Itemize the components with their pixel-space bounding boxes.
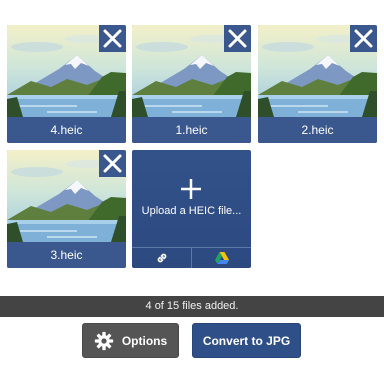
upload-sources xyxy=(132,247,251,268)
remove-file-button[interactable] xyxy=(99,150,126,177)
file-card: 2.heic xyxy=(258,25,377,143)
convert-label: Convert to JPG xyxy=(202,333,291,348)
file-name: 1.heic xyxy=(132,117,251,143)
options-button[interactable]: Options xyxy=(82,323,179,358)
options-label: Options xyxy=(121,333,168,348)
upload-from-drive-button[interactable] xyxy=(191,248,251,268)
file-name: 3.heic xyxy=(7,242,126,268)
upload-from-url-button[interactable] xyxy=(132,248,191,268)
close-icon xyxy=(228,29,247,48)
file-card: 4.heic xyxy=(7,25,126,143)
file-card: 1.heic xyxy=(132,25,251,143)
plus-icon xyxy=(181,179,201,199)
file-name: 4.heic xyxy=(7,117,126,143)
convert-button[interactable]: Convert to JPG xyxy=(192,323,301,358)
file-card: 3.heic xyxy=(7,150,126,268)
upload-file-button[interactable]: Upload a HEIC file... xyxy=(132,150,251,268)
file-name: 2.heic xyxy=(258,117,377,143)
gear-icon xyxy=(94,331,113,350)
file-count-status: 4 of 15 files added. xyxy=(0,296,384,317)
upload-label: Upload a HEIC file... xyxy=(141,205,242,217)
link-icon xyxy=(157,253,166,263)
heic-converter: 4.heic 1.heic 2.heic 3.heic Upload a HEI… xyxy=(0,0,384,384)
close-icon xyxy=(354,29,373,48)
remove-file-button[interactable] xyxy=(350,25,377,52)
close-icon xyxy=(103,29,122,48)
remove-file-button[interactable] xyxy=(224,25,251,52)
remove-file-button[interactable] xyxy=(99,25,126,52)
close-icon xyxy=(103,154,122,173)
google-drive-icon xyxy=(214,252,229,264)
